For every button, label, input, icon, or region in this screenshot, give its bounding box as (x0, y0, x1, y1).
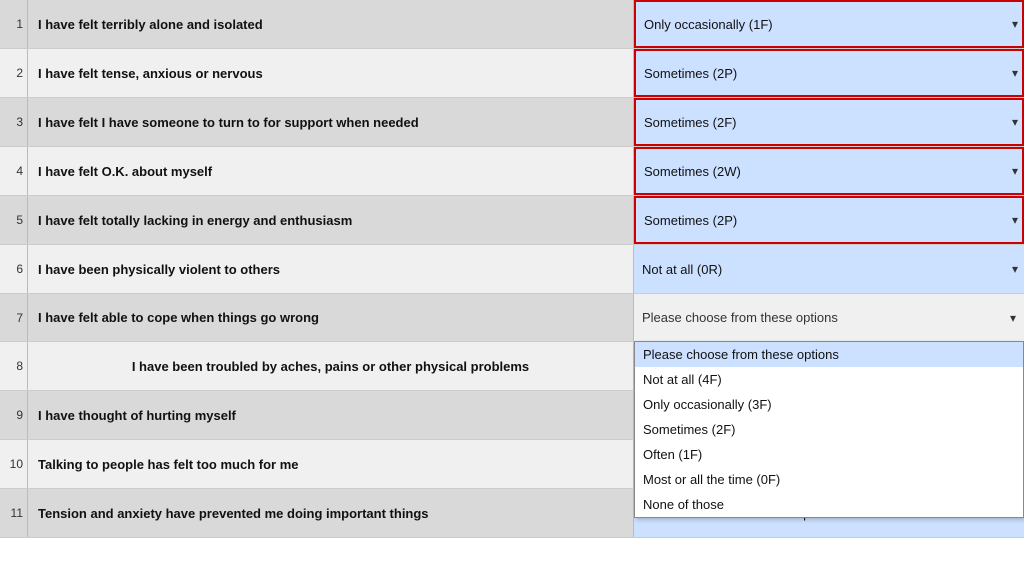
answer-placeholder[interactable]: Please choose from these options▾ (634, 304, 1024, 331)
row-number: 11 (0, 489, 28, 537)
answer-select[interactable]: Not at all (0R) (634, 245, 1024, 293)
answer-select[interactable]: Only occasionally (1F) (634, 0, 1024, 48)
dropdown-option[interactable]: Most or all the time (0F) (635, 467, 1023, 492)
row-number: 1 (0, 0, 28, 48)
answer-cell[interactable]: Sometimes (2F) (634, 98, 1024, 146)
table-row: 3I have felt I have someone to turn to f… (0, 98, 1024, 147)
dropdown-option[interactable]: Not at all (4F) (635, 367, 1023, 392)
row-number: 3 (0, 98, 28, 146)
question-text: I have felt terribly alone and isolated (28, 0, 634, 48)
dropdown-option[interactable]: Please choose from these options (635, 342, 1023, 367)
row-number: 6 (0, 245, 28, 293)
question-text: I have felt I have someone to turn to fo… (28, 98, 634, 146)
dropdown-option[interactable]: Sometimes (2F) (635, 417, 1023, 442)
answer-cell[interactable]: Only occasionally (1F) (634, 0, 1024, 48)
table-row: 4I have felt O.K. about myselfSometimes … (0, 147, 1024, 196)
answer-cell[interactable]: Not at all (0R) (634, 245, 1024, 293)
table-row: 2I have felt tense, anxious or nervousSo… (0, 49, 1024, 98)
answer-cell[interactable]: Sometimes (2P) (634, 196, 1024, 244)
answer-cell[interactable]: Sometimes (2W) (634, 147, 1024, 195)
answer-select[interactable]: Sometimes (2P) (634, 196, 1024, 244)
row-number: 7 (0, 294, 28, 341)
question-text: I have felt O.K. about myself (28, 147, 634, 195)
dropdown-option[interactable]: Only occasionally (3F) (635, 392, 1023, 417)
questionnaire-table: 1I have felt terribly alone and isolated… (0, 0, 1024, 538)
question-text: I have been physically violent to others (28, 245, 634, 293)
dropdown-option[interactable]: None of those (635, 492, 1023, 517)
question-text: I have felt totally lacking in energy an… (28, 196, 634, 244)
answer-cell[interactable]: Please choose from these options▾Please … (634, 294, 1024, 341)
question-text: Talking to people has felt too much for … (28, 440, 634, 488)
table-row: 7I have felt able to cope when things go… (0, 294, 1024, 342)
row-number: 2 (0, 49, 28, 97)
table-row: 5I have felt totally lacking in energy a… (0, 196, 1024, 245)
table-row: 1I have felt terribly alone and isolated… (0, 0, 1024, 49)
answer-select[interactable]: Sometimes (2P) (634, 49, 1024, 97)
row-number: 5 (0, 196, 28, 244)
row-number: 10 (0, 440, 28, 488)
answer-select[interactable]: Sometimes (2W) (634, 147, 1024, 195)
question-text: Tension and anxiety have prevented me do… (28, 489, 634, 537)
answer-select[interactable]: Sometimes (2F) (634, 98, 1024, 146)
row-number: 4 (0, 147, 28, 195)
question-text: I have felt able to cope when things go … (28, 294, 634, 341)
question-text: I have felt tense, anxious or nervous (28, 49, 634, 97)
answer-cell[interactable]: Sometimes (2P) (634, 49, 1024, 97)
row-number: 8 (0, 342, 28, 390)
dropdown-list: Please choose from these optionsNot at a… (634, 341, 1024, 518)
dropdown-option[interactable]: Often (1F) (635, 442, 1023, 467)
question-text: I have thought of hurting myself (28, 391, 634, 439)
row-number: 9 (0, 391, 28, 439)
table-row: 6I have been physically violent to other… (0, 245, 1024, 294)
question-text: I have been troubled by aches, pains or … (28, 342, 634, 390)
